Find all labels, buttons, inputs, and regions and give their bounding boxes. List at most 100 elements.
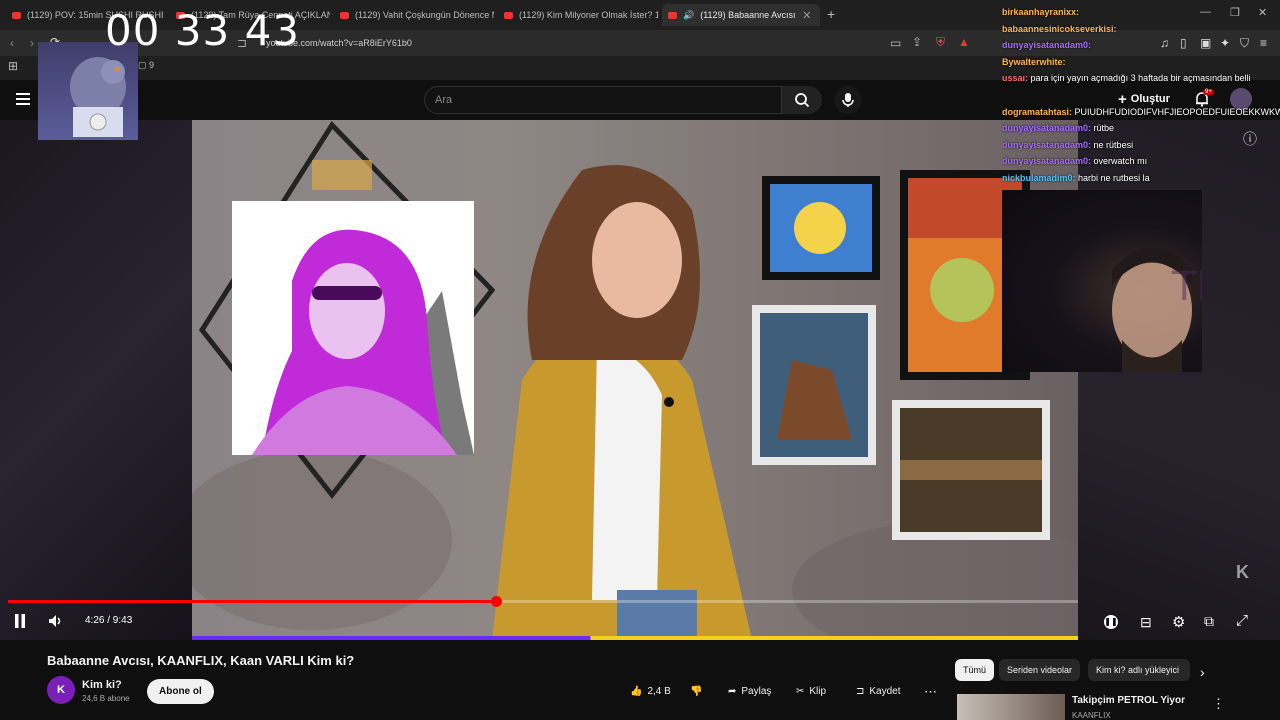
miniplayer-icon[interactable]: ⧉	[1204, 613, 1214, 630]
browser-tab-active[interactable]: 🔊 (1129) Babaanne Avcısı, KAAN ✕	[662, 4, 820, 26]
chat-message	[1002, 87, 1280, 104]
channel-name[interactable]: Kim ki?	[82, 679, 122, 691]
tab-title: (1129) Vahit Çoşkungün Dönence M	[355, 10, 494, 20]
url-field[interactable]: youtube.com/watch?v=aR8iErY61b0	[246, 33, 976, 53]
overlay-photo	[232, 201, 474, 455]
streamer-webcam: TR	[1002, 190, 1224, 372]
thumbs-down-icon: 👎	[690, 686, 703, 697]
progress-bar[interactable]	[8, 596, 1078, 607]
chat-username: babaannesinicokseverkisi:	[1002, 23, 1117, 34]
chip-series[interactable]: Seriden videolar	[999, 659, 1081, 681]
forward-icon[interactable]: ›	[30, 36, 34, 50]
chat-text: harbi ne rutbesi la	[1075, 172, 1150, 183]
sidebar-icon[interactable]: ▯	[1180, 36, 1187, 50]
save-label: Kaydet	[869, 686, 901, 697]
screen: (1129) POV: 15min SUSHI RUSHI - Yo (1129…	[0, 0, 1280, 720]
browser-tab[interactable]: (1129) Kim Milyoner Olmak İster? 12	[498, 4, 658, 26]
bookmark-folder[interactable]: ▢ 9	[138, 60, 154, 71]
youtube-icon	[668, 11, 677, 19]
cast-icon[interactable]: ▭	[890, 36, 901, 50]
time-display: 4:26 / 9:43	[85, 615, 133, 626]
chat-text: ne rütbesi	[1091, 139, 1134, 150]
chat-username: nickbulamadim0:	[1002, 172, 1076, 183]
channel-avatar[interactable]: K	[47, 676, 75, 704]
volume-button[interactable]	[48, 614, 62, 628]
rewards-icon[interactable]: ▲	[958, 35, 970, 49]
settings-gear-icon[interactable]: ⚙	[1172, 613, 1185, 631]
related-video-channel[interactable]: KAANFLIX	[1072, 711, 1111, 720]
pause-button[interactable]	[14, 614, 26, 628]
progress-played	[8, 600, 496, 603]
search-button[interactable]	[782, 86, 822, 114]
chat-message: dogramatahtasi: PUIUDHFUDIODIFVHFJIEOPOE…	[1002, 104, 1280, 121]
stream-bottom-bar	[192, 636, 1078, 640]
chat-username: ussaı:	[1002, 73, 1029, 84]
autoplay-toggle[interactable]: ❚❚	[1104, 615, 1118, 629]
folder-icon: ▢	[138, 60, 150, 70]
browser-tab[interactable]: (1129) Vahit Çoşkungün Dönence M	[334, 4, 494, 26]
new-tab-button[interactable]: +	[827, 6, 835, 22]
more-vertical-icon[interactable]: ⋮	[1212, 696, 1225, 712]
speaker-icon: 🔊	[683, 9, 695, 20]
progress-handle[interactable]	[490, 596, 502, 607]
chat-username: dunyayisatanadam0:	[1002, 139, 1092, 150]
close-tab-icon[interactable]: ✕	[802, 9, 811, 22]
chat-text: rütbe	[1091, 123, 1115, 134]
microphone-icon	[842, 93, 854, 107]
vpn-icon[interactable]: ⛉	[1240, 36, 1249, 51]
volume-icon	[49, 615, 61, 627]
browser-menu-icon[interactable]: ≡	[1260, 36, 1267, 50]
subtitles-icon[interactable]: ⊟	[1140, 614, 1152, 631]
share-button[interactable]: ➦ Paylaş	[722, 679, 777, 704]
chat-username: birkaanhayranixx:	[1002, 7, 1080, 17]
video-title: Babaanne Avcısı, KAANFLIX, Kaan VARLI Ki…	[47, 653, 355, 668]
voice-search-button[interactable]	[834, 86, 862, 114]
chat-message: dunyayisatanadam0: rütbe	[1002, 120, 1280, 137]
chip-uploader[interactable]: Kim ki? adlı yükleyici	[1088, 659, 1190, 681]
youtube-icon	[12, 11, 21, 19]
brave-shield-icon[interactable]: ⛨	[936, 35, 945, 50]
chat-text: para için yayın açmadığı 3 haftada bir a…	[1028, 73, 1251, 84]
subscriber-count: 24,6 B abone	[82, 694, 130, 703]
music-icon[interactable]: ♫	[1160, 36, 1169, 50]
apps-grid-icon[interactable]: ⊞	[8, 59, 18, 73]
extensions-icon[interactable]: ✦	[1220, 36, 1230, 50]
chat-message: dunyayisatanadam0: overwatch mı	[1002, 153, 1280, 170]
more-actions-button[interactable]: ⋯	[918, 679, 943, 704]
youtube-icon	[340, 11, 349, 19]
tab-title: (1129) Babaanne Avcısı, KAAN	[700, 10, 797, 20]
chat-message: babaannesinicokseverkisi:	[1002, 21, 1280, 38]
chat-username: dunyayisatanadam0:	[1002, 156, 1092, 167]
like-button[interactable]: 👍 2,4 B	[624, 679, 677, 704]
chat-text: overwatch mı	[1091, 156, 1148, 167]
dislike-button[interactable]: 👎	[684, 679, 708, 704]
stream-timer: 00 33 43	[105, 6, 301, 55]
subscribe-button[interactable]: Abone ol	[147, 679, 214, 704]
youtube-icon	[504, 11, 513, 19]
chat-message: dunyayisatanadam0: ne rütbesi	[1002, 137, 1280, 154]
save-button[interactable]: ⊐ Kaydet	[850, 679, 907, 704]
info-icon[interactable]: ⓘ	[1243, 129, 1257, 149]
fullscreen-icon[interactable]: ⤢	[1236, 612, 1248, 629]
related-video-title[interactable]: Takipçim PETROL Yiyor	[1072, 695, 1185, 706]
search-input[interactable]: Ara	[424, 86, 782, 114]
chat-message: Bywalterwhite:	[1002, 54, 1280, 71]
hamburger-menu-icon[interactable]	[16, 93, 30, 105]
related-video-thumbnail[interactable]	[957, 694, 1065, 720]
chat-message: ussaı: para için yayın açmadığı 3 haftad…	[1002, 70, 1280, 87]
chip-all[interactable]: Tümü	[955, 659, 995, 681]
wallet-icon[interactable]: ▣	[1200, 36, 1211, 50]
bookmark-folder-count: 9	[149, 60, 155, 70]
chevron-right-icon[interactable]: ›	[1200, 664, 1205, 680]
search-icon	[795, 93, 810, 108]
chat-text: PUIUDHFUDIODIFVHFJIEOPOEDFUIEOEKKWKW	[1072, 106, 1280, 117]
chat-username: dogramatahtasi:	[1002, 106, 1073, 117]
share-page-icon[interactable]: ⇪	[912, 35, 922, 49]
channel-watermark-icon[interactable]: K	[1236, 562, 1249, 583]
back-icon[interactable]: ‹	[10, 36, 14, 50]
svg-text:TR: TR	[1171, 264, 1202, 310]
clip-label: Klip	[809, 686, 827, 697]
chat-username: dunyayisatanadam0:	[1002, 40, 1092, 51]
player-background-left	[0, 120, 192, 640]
clip-button[interactable]: ✂ Klip	[790, 679, 832, 704]
